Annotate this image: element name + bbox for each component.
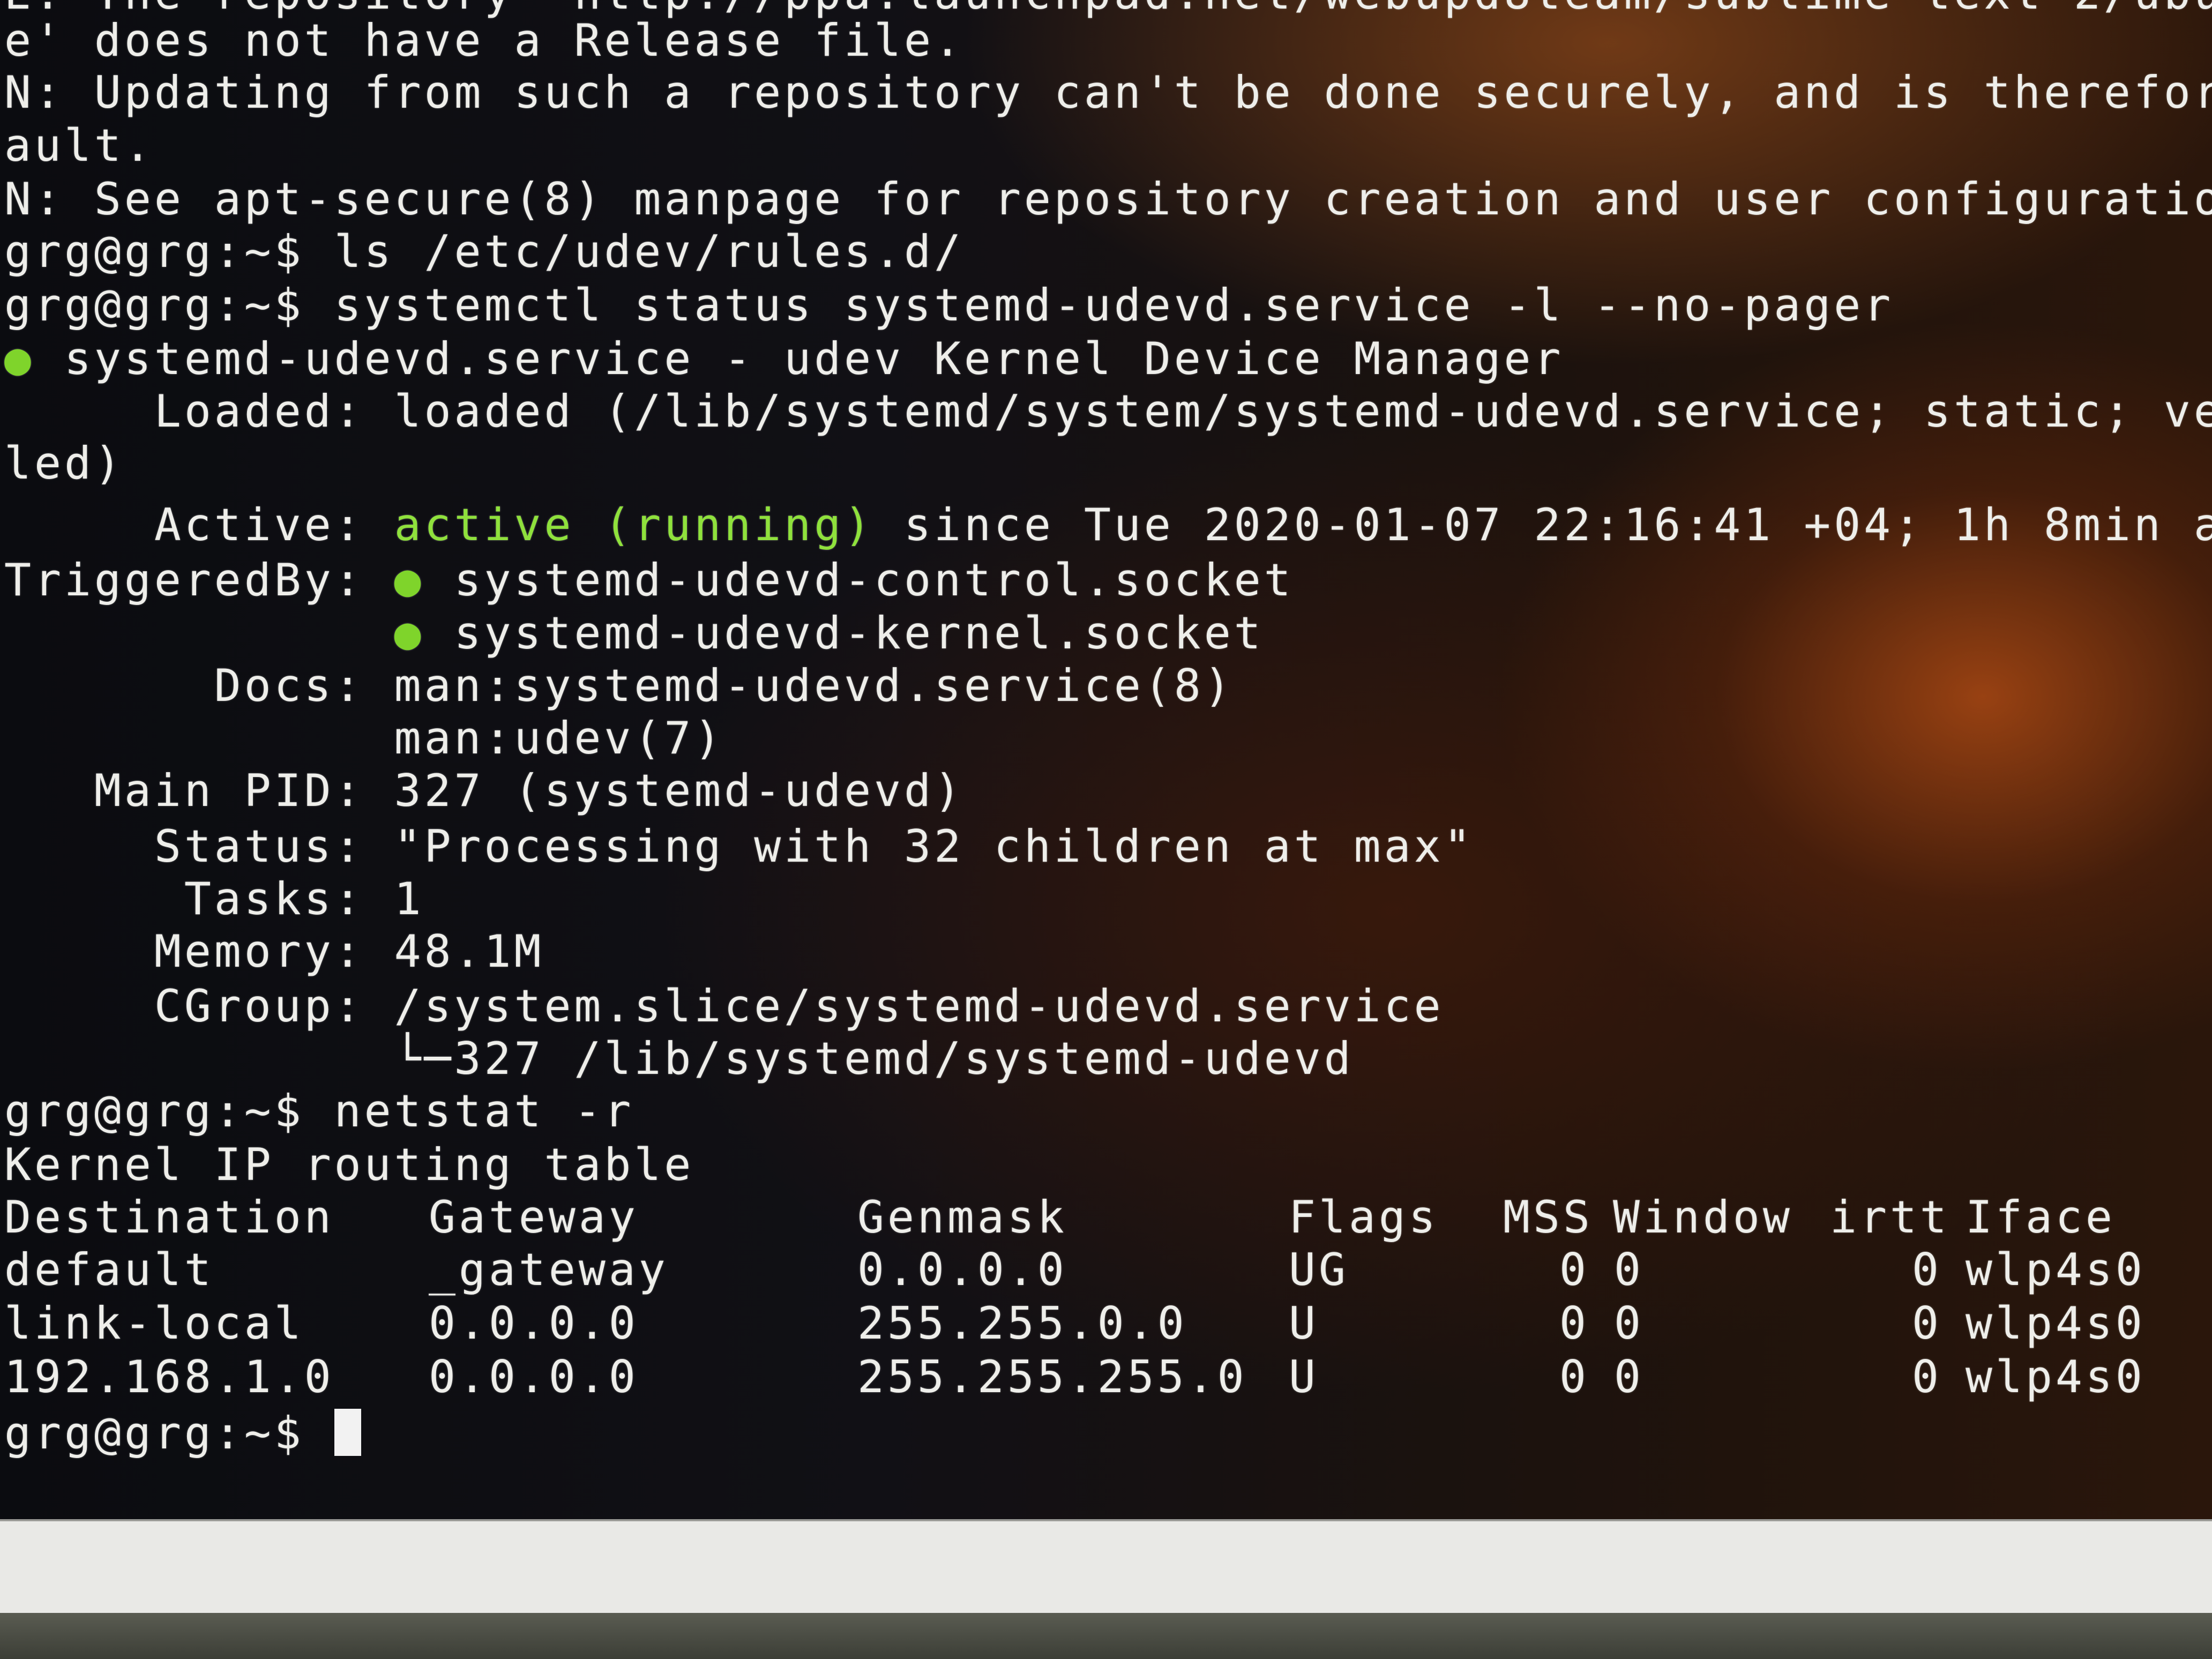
shell-prompt: grg@grg:~$	[4, 279, 304, 331]
column-header: irtt	[1830, 1191, 1950, 1243]
table-cell: 0	[1912, 1351, 1942, 1403]
terminal-line: e' does not have a Release file.	[4, 14, 965, 66]
command-text: systemctl status systemd-udevd.service -…	[334, 279, 1894, 331]
cgroup-child-line: └─327 /lib/systemd/systemd-udevd	[4, 1033, 1354, 1085]
triggered-socket: systemd-udevd-control.socket	[424, 554, 1294, 606]
table-cell: 0	[1614, 1244, 1644, 1296]
service-title-line: ● systemd-udevd.service - udev Kernel De…	[4, 332, 1564, 386]
command-text: netstat -r	[334, 1085, 634, 1137]
text-cursor	[334, 1409, 361, 1456]
table-cell: wlp4s0	[1966, 1297, 2146, 1349]
routing-table-title: Kernel IP routing table	[4, 1139, 694, 1191]
terminal-window[interactable]: E: The repository 'http://ppa.launchpad.…	[0, 0, 2212, 1521]
table-cell: wlp4s0	[1966, 1351, 2146, 1403]
command-line: grg@grg:~$ netstat -r	[4, 1085, 634, 1138]
triggered-socket: systemd-udevd-kernel.socket	[424, 607, 1264, 659]
table-cell: 0.0.0.0	[429, 1351, 639, 1403]
table-cell: U	[1289, 1351, 1319, 1403]
prompt-line[interactable]: grg@grg:~$	[4, 1407, 361, 1460]
table-cell: 0	[1912, 1244, 1942, 1296]
service-title: systemd-udevd.service - udev Kernel Devi…	[34, 333, 1564, 385]
table-cell: wlp4s0	[1966, 1244, 2146, 1296]
column-header: Destination	[4, 1191, 334, 1243]
terminal-line: N: See apt-secure(8) manpage for reposit…	[4, 173, 2212, 225]
loaded-wrap-line: led)	[4, 437, 124, 489]
status-dot-icon: ●	[394, 607, 424, 659]
column-header: Gateway	[429, 1191, 639, 1243]
shell-prompt: grg@grg:~$	[4, 1085, 304, 1137]
main-pid-line: Main PID: 327 (systemd-udevd)	[4, 765, 965, 817]
table-cell: 255.255.255.0	[857, 1351, 1247, 1403]
active-line: Active: active (running) since Tue 2020-…	[4, 498, 2212, 552]
terminal-line: ault.	[4, 119, 154, 171]
terminal-line: N: Updating from such a repository can't…	[4, 66, 2212, 118]
shell-prompt: grg@grg:~$	[4, 1407, 304, 1459]
active-since: since Tue 2020-01-07 22:16:41 +04; 1h 8m…	[874, 499, 2212, 551]
status-dot-icon: ●	[4, 333, 34, 385]
table-cell: link-local	[4, 1297, 304, 1349]
column-header: Iface	[1966, 1191, 2116, 1243]
table-cell: 192.168.1.0	[4, 1351, 334, 1403]
shell-prompt: grg@grg:~$	[4, 226, 304, 278]
table-cell: 0	[1614, 1297, 1644, 1349]
column-header: Flags	[1289, 1191, 1439, 1243]
table-cell: U	[1289, 1297, 1319, 1349]
command-text: ls /etc/udev/rules.d/	[334, 226, 965, 278]
status-line: Status: "Processing with 32 children at …	[4, 820, 1474, 872]
table-cell: 0.0.0.0	[429, 1297, 639, 1349]
table-cell: _gateway	[429, 1244, 669, 1296]
table-cell: 0	[1559, 1351, 1589, 1403]
loaded-line: Loaded: loaded (/lib/systemd/system/syst…	[154, 385, 2212, 437]
active-state: active (running)	[394, 499, 875, 551]
tasks-line: Tasks: 1	[4, 873, 424, 925]
triggered-line: TriggeredBy: ● systemd-udevd-control.soc…	[4, 554, 1294, 607]
table-cell: default	[4, 1244, 214, 1296]
table-cell: 0	[1614, 1351, 1644, 1403]
table-cell: 0	[1912, 1297, 1942, 1349]
column-header: MSS	[1503, 1191, 1593, 1243]
column-header: Genmask	[857, 1191, 1067, 1243]
column-header: Window	[1613, 1191, 1793, 1243]
docs-line: Docs: man:systemd-udevd.service(8)	[4, 660, 1234, 712]
table-cell: 255.255.0.0	[857, 1297, 1187, 1349]
photo-of-monitor: E: The repository 'http://ppa.launchpad.…	[0, 0, 2212, 1659]
command-line: grg@grg:~$ systemctl status systemd-udev…	[4, 279, 1894, 332]
cgroup-line: CGroup: /system.slice/systemd-udevd.serv…	[4, 980, 1444, 1032]
monitor-bezel	[0, 1613, 2212, 1659]
triggered-label: TriggeredBy:	[4, 554, 394, 606]
docs-line: man:udev(7)	[4, 712, 724, 764]
active-label: Active:	[4, 499, 394, 551]
command-line: grg@grg:~$ ls /etc/udev/rules.d/	[4, 225, 964, 279]
table-cell: 0.0.0.0	[857, 1244, 1067, 1296]
status-dot-icon: ●	[394, 554, 424, 606]
table-cell: UG	[1289, 1244, 1349, 1296]
table-cell: 0	[1559, 1297, 1589, 1349]
memory-line: Memory: 48.1M	[4, 925, 544, 977]
triggered-line: ● systemd-udevd-kernel.socket	[4, 607, 1264, 660]
table-cell: 0	[1559, 1244, 1589, 1296]
